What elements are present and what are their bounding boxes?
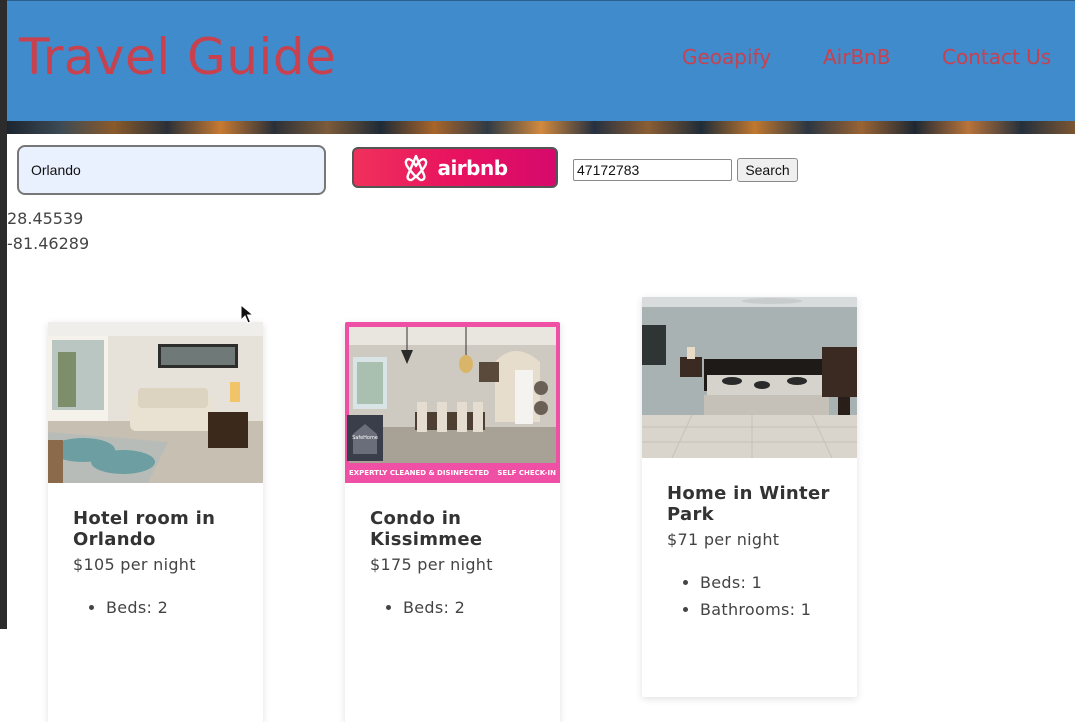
amenities-list: Beds: 2 (370, 598, 535, 617)
listing-title: Hotel room in Orlando (73, 508, 216, 550)
listing-price: $175 per night (370, 555, 493, 574)
amenities-list: Beds: 2 (73, 598, 238, 617)
mouse-cursor-icon (240, 304, 254, 324)
longitude-text: -81.46289 (7, 234, 90, 253)
listing-card[interactable]: SafeHome EXPERTLY CLEANED & DISINFECTED … (345, 322, 560, 722)
header-banner-strip (7, 121, 1075, 134)
listing-card[interactable]: Hotel room in Orlando $105 per night Bed… (48, 322, 263, 722)
listing-title: Home in Winter Park (667, 483, 830, 525)
city-search-input[interactable] (17, 145, 326, 195)
nav-link-contact[interactable]: Contact Us (942, 45, 1051, 69)
nav-link-geoapify[interactable]: Geoapify (682, 45, 771, 69)
listing-photo (48, 322, 263, 483)
safehome-badge-text: SafeHome (352, 435, 378, 441)
airbnb-button[interactable]: airbnb (352, 147, 558, 188)
listing-price: $71 per night (667, 530, 780, 549)
window-edge (0, 0, 7, 629)
amenity-beds: Beds: 1 (700, 573, 832, 592)
listing-price: $105 per night (73, 555, 196, 574)
listing-title: Condo in Kissimmee (370, 508, 483, 550)
latitude-text: 28.45539 (7, 209, 84, 228)
amenity-beds: Beds: 2 (106, 598, 238, 617)
amenity-beds: Beds: 2 (403, 598, 535, 617)
search-button[interactable]: Search (737, 158, 798, 182)
banner-left-text: EXPERTLY CLEANED & DISINFECTED (349, 469, 489, 477)
site-brand[interactable]: Travel Guide (19, 27, 336, 87)
airbnb-button-label: airbnb (437, 155, 508, 180)
listing-photo: SafeHome EXPERTLY CLEANED & DISINFECTED … (345, 322, 560, 483)
amenity-bathrooms: Bathrooms: 1 (700, 600, 832, 619)
airbnb-logo-icon (405, 154, 428, 181)
listing-id-input[interactable] (573, 159, 732, 181)
listing-photo (642, 297, 857, 458)
listing-card[interactable]: Home in Winter Park $71 per night Beds: … (642, 297, 857, 697)
amenities-list: Beds: 1 Bathrooms: 1 (667, 573, 832, 619)
banner-right-text: SELF CHECK-IN (497, 469, 556, 477)
nav-link-airbnb[interactable]: AirBnB (823, 45, 891, 69)
site-header: Travel Guide Geoapify AirBnB Contact Us (7, 0, 1075, 121)
